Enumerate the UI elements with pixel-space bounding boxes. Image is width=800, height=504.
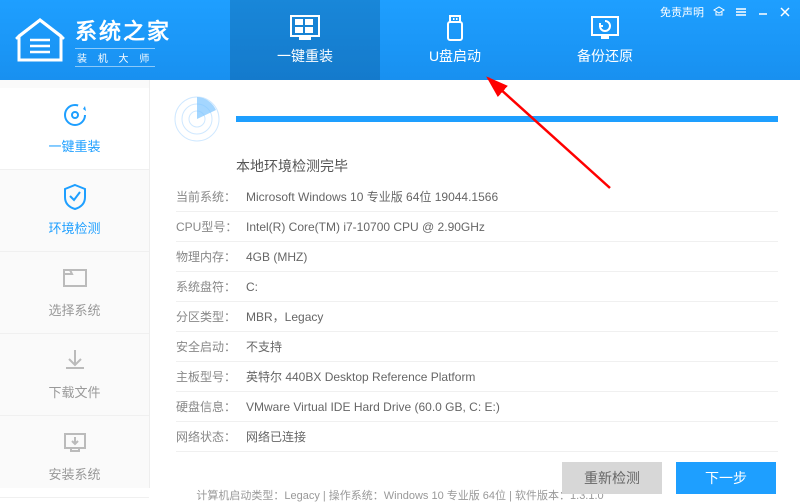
progress-bar bbox=[236, 116, 778, 122]
usb-icon bbox=[439, 14, 471, 42]
sidebar-item-download[interactable]: 下载文件 bbox=[0, 334, 149, 416]
tab-backup-restore[interactable]: 备份还原 bbox=[530, 0, 680, 80]
logo-area: 系统之家 装 机 大 师 bbox=[0, 14, 230, 67]
sidebar-item-install[interactable]: 安装系统 bbox=[0, 416, 149, 498]
info-row-cpu: CPU型号：Intel(R) Core(TM) i7-10700 CPU @ 2… bbox=[176, 212, 778, 242]
tab-label: 一键重装 bbox=[277, 46, 333, 66]
status-text: 本地环境检测完毕 bbox=[236, 156, 778, 176]
reinstall-icon bbox=[60, 100, 90, 130]
logo-subtitle: 装 机 大 师 bbox=[75, 48, 155, 67]
retest-button[interactable]: 重新检测 bbox=[562, 462, 662, 494]
sidebar-label: 一键重装 bbox=[48, 136, 100, 155]
sidebar-item-select-system[interactable]: 选择系统 bbox=[0, 252, 149, 334]
info-row-partition: 分区类型：MBR，Legacy bbox=[176, 302, 778, 332]
info-row-os: 当前系统：Microsoft Windows 10 专业版 64位 19044.… bbox=[176, 182, 778, 212]
radar-icon bbox=[172, 94, 222, 144]
header: 系统之家 装 机 大 师 一键重装 U盘启动 备份还原 免责声明 bbox=[0, 0, 800, 80]
backup-icon bbox=[589, 14, 621, 42]
download-icon bbox=[60, 346, 90, 376]
sidebar-label: 选择系统 bbox=[48, 300, 100, 319]
logo-title: 系统之家 bbox=[75, 14, 171, 46]
install-icon bbox=[60, 428, 90, 458]
house-logo-icon bbox=[15, 18, 65, 63]
next-button[interactable]: 下一步 bbox=[676, 462, 776, 494]
content-area: 本地环境检测完毕 当前系统：Microsoft Windows 10 专业版 6… bbox=[150, 80, 800, 488]
graduation-icon[interactable] bbox=[712, 5, 726, 19]
info-row-motherboard: 主板型号：英特尔 440BX Desktop Reference Platfor… bbox=[176, 362, 778, 392]
info-row-disk: 硬盘信息：VMware Virtual IDE Hard Drive (60.0… bbox=[176, 392, 778, 422]
shield-check-icon bbox=[60, 182, 90, 212]
windows-icon bbox=[289, 14, 321, 42]
info-row-network: 网络状态：网络已连接 bbox=[176, 422, 778, 452]
disclaimer-link[interactable]: 免责声明 bbox=[660, 4, 704, 20]
sidebar-label: 环境检测 bbox=[48, 218, 100, 237]
select-icon bbox=[60, 264, 90, 294]
info-list: 当前系统：Microsoft Windows 10 专业版 64位 19044.… bbox=[176, 182, 778, 452]
window-controls: 免责声明 bbox=[660, 4, 792, 20]
close-icon[interactable] bbox=[778, 5, 792, 19]
tab-reinstall[interactable]: 一键重装 bbox=[230, 0, 380, 80]
sidebar-item-reinstall[interactable]: 一键重装 bbox=[0, 88, 149, 170]
info-row-secureboot: 安全启动：不支持 bbox=[176, 332, 778, 362]
sidebar-item-env-check[interactable]: 环境检测 bbox=[0, 170, 149, 252]
tab-label: 备份还原 bbox=[577, 46, 633, 66]
tab-usb-boot[interactable]: U盘启动 bbox=[380, 0, 530, 80]
minimize-icon[interactable] bbox=[756, 5, 770, 19]
info-row-drive: 系统盘符：C: bbox=[176, 272, 778, 302]
nav-tabs: 一键重装 U盘启动 备份还原 bbox=[230, 0, 680, 80]
menu-icon[interactable] bbox=[734, 5, 748, 19]
sidebar-label: 下载文件 bbox=[48, 382, 100, 401]
info-row-memory: 物理内存：4GB (MHZ) bbox=[176, 242, 778, 272]
sidebar-label: 安装系统 bbox=[48, 464, 100, 483]
sidebar: 一键重装 环境检测 选择系统 下载文件 安装系统 bbox=[0, 80, 150, 488]
tab-label: U盘启动 bbox=[429, 46, 481, 66]
